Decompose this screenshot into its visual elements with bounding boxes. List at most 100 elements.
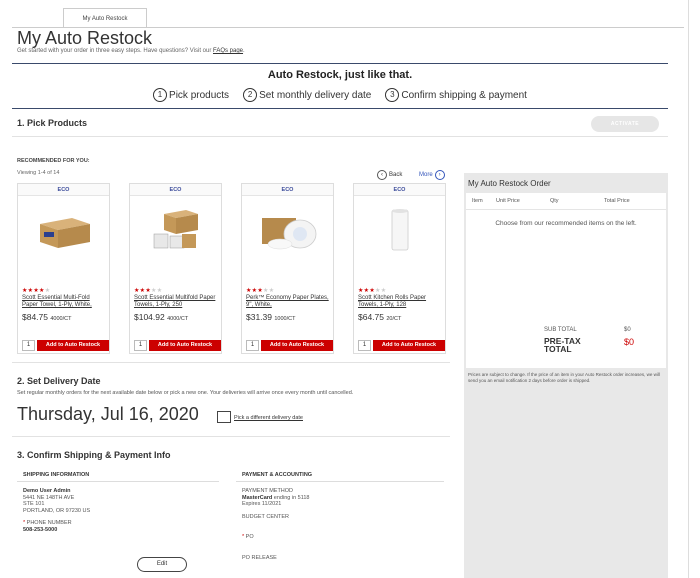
eco-badge: ECO: [130, 184, 221, 196]
step-number-3: 3: [385, 88, 400, 102]
quantity-input[interactable]: 1: [134, 340, 147, 351]
order-totals: SUB TOTAL $0 PRE-TAX TOTAL $0: [466, 323, 666, 368]
faq-link[interactable]: FAQs page: [213, 48, 243, 54]
product-price: $64.75 20/CT: [358, 312, 401, 322]
add-to-auto-restock-button[interactable]: Add to Auto Restock: [261, 340, 333, 351]
step-label-2: Set monthly delivery date: [259, 89, 372, 101]
rating-stars: ★★★★★: [246, 287, 274, 294]
activate-button[interactable]: ACTIVATE: [591, 116, 659, 132]
star-empty-icon: ★★: [151, 288, 163, 294]
step-label-3: Confirm shipping & payment: [401, 89, 527, 101]
price-unit: 1000/CT: [274, 316, 296, 322]
quantity-input[interactable]: 1: [358, 340, 371, 351]
product-card: ECO ★★★★★ Scott Essential Multi-Fold Pap…: [17, 183, 110, 354]
subtitle-period: .: [243, 48, 245, 54]
product-name-link[interactable]: Scott Kitchen Rolls Paper Towels, 1-Ply,…: [358, 295, 443, 309]
order-columns: Item Unit Price Qty Total Price: [466, 193, 666, 210]
section2-divider-top: [12, 362, 450, 363]
star-empty-icon: ★★: [263, 288, 275, 294]
product-image[interactable]: [34, 204, 94, 256]
section3-divider-top: [12, 436, 450, 437]
viewing-count: Viewing 1-4 of 14: [17, 170, 60, 176]
order-col-unit-price: Unit Price: [496, 198, 520, 204]
product-image[interactable]: [146, 204, 206, 256]
po-label: * PO: [242, 534, 444, 541]
product-price: $104.92 4000/CT: [134, 312, 188, 322]
product-image[interactable]: [258, 204, 318, 256]
delivery-description: Set regular monthly orders for the next …: [17, 390, 354, 396]
star-icon: ★★★★: [22, 288, 45, 294]
eco-badge: ECO: [354, 184, 445, 196]
po-label-text: PO: [245, 534, 254, 540]
price-value: $31.39: [246, 312, 272, 322]
section-delivery-date-title: 2. Set Delivery Date: [17, 376, 101, 386]
banner-title: Auto Restock, just like that.: [267, 69, 413, 81]
payment-accounting-box: PAYMENT & ACCOUNTING PAYMENT METHOD Mast…: [236, 468, 444, 578]
back-label[interactable]: Back: [389, 172, 402, 178]
phone-label-text: PHONE NUMBER: [26, 520, 72, 526]
step-number-2: 2: [243, 88, 258, 102]
section-pick-products-title: 1. Pick Products: [17, 118, 88, 128]
quantity-input[interactable]: 1: [246, 340, 259, 351]
required-marker: *: [242, 534, 245, 540]
edit-button[interactable]: Edit: [137, 557, 187, 572]
star-empty-icon: ★★: [375, 288, 387, 294]
product-card: ECO ★★★★★ Scott Essential Multifold Pape…: [129, 183, 222, 354]
pretax-label: PRE-TAX TOTAL: [544, 336, 581, 354]
quantity-input[interactable]: 1: [22, 340, 35, 351]
price-unit: 4000/CT: [50, 316, 72, 322]
calendar-icon[interactable]: [217, 411, 231, 423]
add-to-auto-restock-button[interactable]: Add to Auto Restock: [37, 340, 109, 351]
subtitle-text: Get started with your order in three eas…: [17, 48, 212, 54]
product-price: $31.39 1000/CT: [246, 312, 295, 322]
rating-stars: ★★★★★: [134, 287, 162, 294]
step-2: 2 Set monthly delivery date: [243, 88, 371, 102]
recommended-label: RECOMMENDED FOR YOU:: [17, 158, 90, 164]
header-divider-top: [12, 63, 668, 64]
more-nav[interactable]: More ›: [419, 170, 445, 180]
more-label[interactable]: More: [419, 172, 433, 178]
add-to-auto-restock-button[interactable]: Add to Auto Restock: [149, 340, 221, 351]
price-value: $64.75: [358, 312, 384, 322]
product-card: ECO ★★★★★ Perk™ Economy Paper Plates, 9"…: [241, 183, 334, 354]
tab-my-auto-restock[interactable]: My Auto Restock: [63, 8, 147, 28]
chevron-left-icon[interactable]: ‹: [377, 170, 387, 180]
eco-badge: ECO: [18, 184, 109, 196]
back-nav[interactable]: ‹ Back: [377, 170, 402, 180]
product-name-link[interactable]: Scott Essential Multi-Fold Paper Towel, …: [22, 295, 107, 309]
order-col-total-price: Total Price: [604, 198, 630, 204]
star-icon: ★★★: [246, 288, 264, 294]
shipping-info-box: SHIPPING INFORMATION Demo User Admin 544…: [17, 468, 219, 578]
product-name-link[interactable]: Perk™ Economy Paper Plates, 9", White,: [246, 295, 331, 309]
product-price: $84.75 4000/CT: [22, 312, 71, 322]
order-panel: My Auto Restock Order Item Unit Price Qt…: [464, 173, 668, 578]
step-number-1: 1: [153, 88, 168, 102]
required-marker: *: [23, 520, 26, 526]
payment-heading: PAYMENT & ACCOUNTING: [236, 468, 444, 482]
order-price-note: Prices are subject to change. If the pri…: [468, 372, 660, 383]
price-value: $84.75: [22, 312, 48, 322]
eco-badge: ECO: [242, 184, 333, 196]
step-3: 3 Confirm shipping & payment: [385, 88, 527, 102]
price-unit: 4000/CT: [167, 316, 189, 322]
page-subtitle: Get started with your order in three eas…: [17, 48, 245, 54]
price-value: $104.92: [134, 312, 165, 322]
page-title: My Auto Restock: [17, 28, 153, 48]
rating-stars: ★★★★★: [358, 287, 386, 294]
page-right-border: [688, 0, 689, 578]
pick-date-link[interactable]: Pick a different delivery date: [234, 415, 303, 421]
budget-center-label: BUDGET CENTER: [242, 513, 289, 520]
order-col-qty: Qty: [550, 198, 559, 204]
rating-stars: ★★★★★: [22, 287, 50, 294]
add-to-auto-restock-button[interactable]: Add to Auto Restock: [373, 340, 445, 351]
ship-address-line3: PORTLAND, OR 97230 US: [23, 507, 91, 514]
product-image[interactable]: [370, 204, 430, 256]
chevron-right-icon[interactable]: ›: [434, 170, 445, 180]
pretax-value: $0: [624, 337, 635, 347]
product-name-link[interactable]: Scott Essential Multifold Paper Towels, …: [134, 295, 219, 309]
order-title: My Auto Restock Order: [464, 173, 668, 193]
order-empty-message: Choose from our recommended items on the…: [495, 220, 637, 227]
subtotal-value: $0: [624, 327, 631, 333]
phone-number: 508-253-5000: [23, 526, 58, 533]
po-release-label: PO RELEASE: [242, 554, 277, 561]
